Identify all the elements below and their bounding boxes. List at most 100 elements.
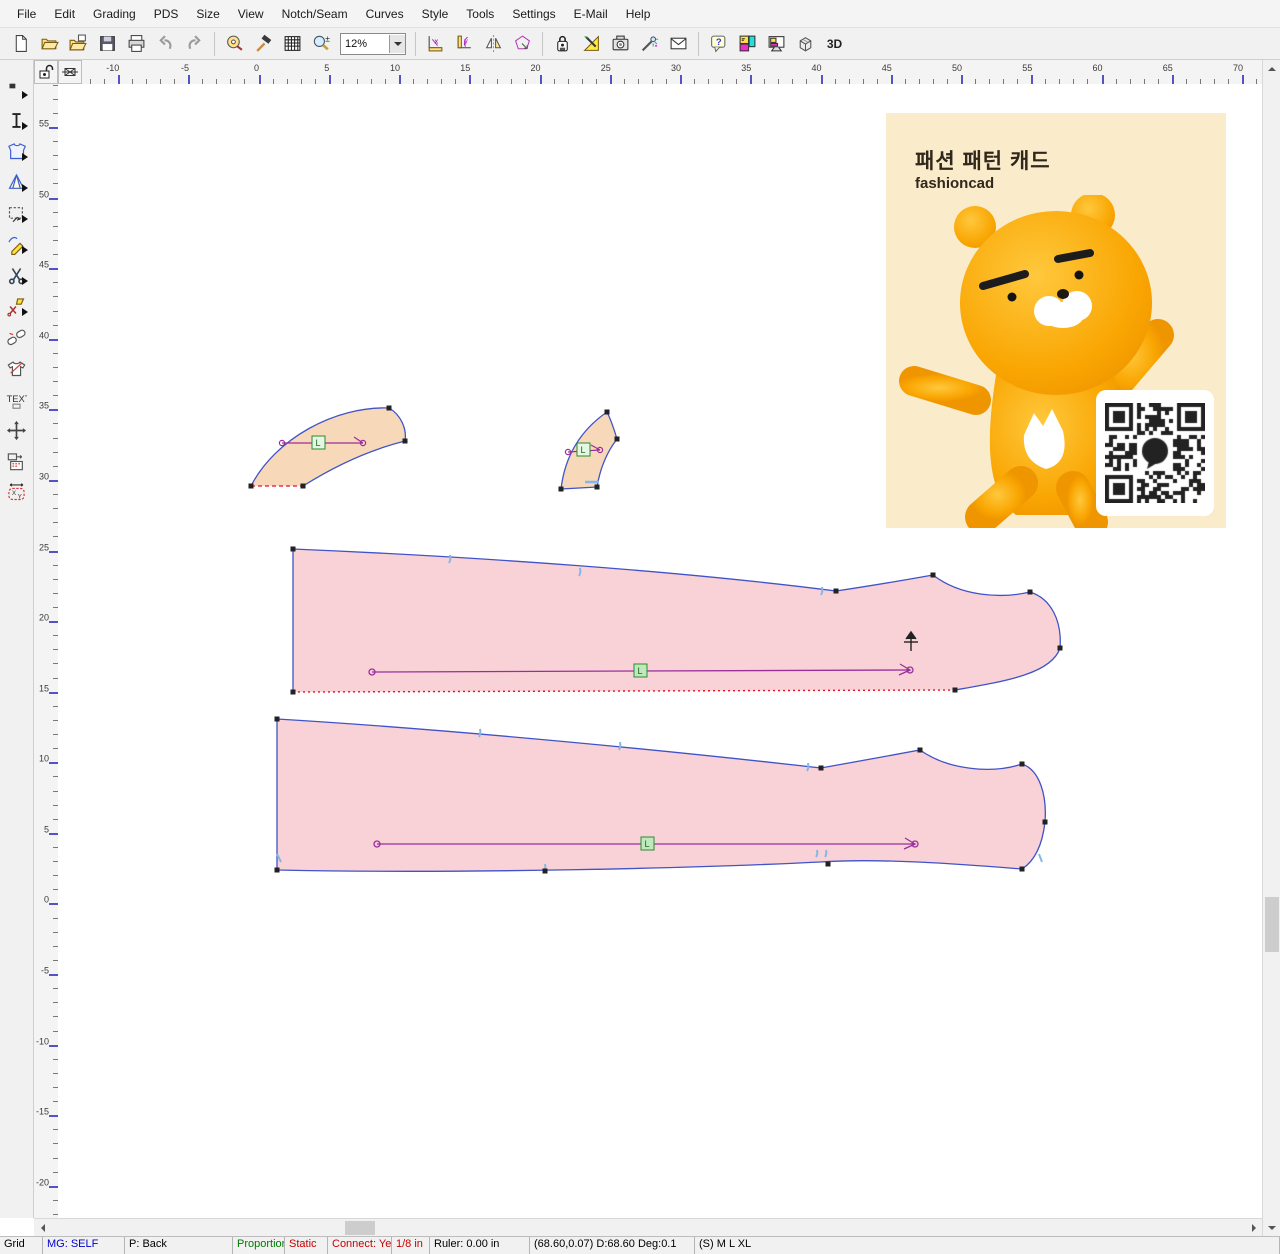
toolbar-button-undo[interactable] <box>151 30 180 58</box>
flyout-arrow-icon[interactable] <box>22 153 32 161</box>
tool-select-tool[interactable] <box>2 74 32 105</box>
tool-notch-tool[interactable] <box>2 291 32 322</box>
toolbar-button-3d[interactable]: 3D <box>820 30 849 58</box>
status-segment-mg: MG: SELF <box>43 1237 125 1254</box>
ruler-lock-icon[interactable] <box>34 60 58 84</box>
hammer-tool-icon <box>254 34 273 53</box>
menu-item-size[interactable]: Size <box>187 3 228 25</box>
menu-item-settings[interactable]: Settings <box>503 3 564 25</box>
vertical-scrollbar[interactable] <box>1262 60 1280 1236</box>
zoom-percent-combo[interactable]: 12% <box>340 33 406 55</box>
ruler-label: 25 <box>601 63 611 73</box>
toolbar-button-print[interactable] <box>122 30 151 58</box>
toolbar-button-measure-tape[interactable] <box>220 30 249 58</box>
tool-dart-tool[interactable] <box>2 167 32 198</box>
toolbar-button-screen-preview[interactable] <box>762 30 791 58</box>
scroll-down-arrow[interactable] <box>1264 1220 1280 1236</box>
tool-measure-xy-tool[interactable]: XY <box>2 477 32 508</box>
menu-item-style[interactable]: Style <box>413 3 458 25</box>
flyout-arrow-icon[interactable] <box>22 308 32 316</box>
ruler-label: 10 <box>390 63 400 73</box>
flyout-arrow-icon[interactable] <box>22 91 32 99</box>
flyout-arrow-icon[interactable] <box>22 122 32 130</box>
menu-item-file[interactable]: File <box>8 3 45 25</box>
toolbar-button-grid-table[interactable] <box>278 30 307 58</box>
toolbar-button-hammer-tool[interactable] <box>249 30 278 58</box>
menu-item-curves[interactable]: Curves <box>357 3 413 25</box>
ruler-label: -10 <box>106 63 119 73</box>
tool-move-tool[interactable] <box>2 415 32 446</box>
ruler-label: -10 <box>36 1036 49 1046</box>
toolbar-button-save[interactable] <box>93 30 122 58</box>
tool-copy-tool[interactable] <box>2 446 32 477</box>
status-bar: GridMG: SELFP: BackProportionalStaticCon… <box>0 1236 1280 1254</box>
tool-garment-tool[interactable] <box>2 353 32 384</box>
flyout-arrow-icon[interactable] <box>22 246 32 254</box>
text-tool-icon: TEXT <box>6 389 27 410</box>
toolbar-button-camera-snapshot[interactable] <box>606 30 635 58</box>
scroll-right-arrow[interactable] <box>1246 1220 1262 1236</box>
flyout-arrow-icon[interactable] <box>22 184 32 192</box>
tool-piece-tool[interactable] <box>2 136 32 167</box>
toolbar-button-marker-layout[interactable] <box>733 30 762 58</box>
svg-text:TEXT: TEXT <box>7 394 27 404</box>
ruler-label: 30 <box>39 471 49 481</box>
toolbar-button-mirror-compare[interactable] <box>479 30 508 58</box>
scroll-left-arrow[interactable] <box>34 1220 50 1236</box>
dropdown-arrow-icon[interactable] <box>389 35 405 53</box>
toolbar-button-open-file[interactable] <box>35 30 64 58</box>
flyout-arrow-icon[interactable] <box>22 215 32 223</box>
menu-item-pds[interactable]: PDS <box>145 3 188 25</box>
pattern-piece-pant-back[interactable]: L <box>275 717 1048 874</box>
tool-area-tool[interactable] <box>2 198 32 229</box>
menu-item-e-mail[interactable]: E-Mail <box>565 3 617 25</box>
tool-length-tool[interactable] <box>2 105 32 136</box>
toolbar-button-new-document[interactable] <box>6 30 35 58</box>
horizontal-scroll-thumb[interactable] <box>345 1221 375 1235</box>
camera-snapshot-icon <box>611 34 630 53</box>
toolbar-button-email-envelope[interactable] <box>664 30 693 58</box>
zoom-percent-value[interactable]: 12% <box>341 38 389 50</box>
ruler-label: 10 <box>39 754 49 764</box>
toolbar-button-open-copy[interactable] <box>64 30 93 58</box>
menu-item-help[interactable]: Help <box>617 3 660 25</box>
tool-text-tool[interactable]: TEXT <box>2 384 32 415</box>
ruler-tick <box>399 75 401 84</box>
scroll-up-arrow[interactable] <box>1264 60 1280 76</box>
pattern-piece-waistband-left[interactable]: L <box>249 406 408 489</box>
svg-text:y: y <box>464 37 468 46</box>
ruler-label: 50 <box>952 63 962 73</box>
drawing-canvas[interactable]: L L <box>58 84 1262 1218</box>
menu-item-tools[interactable]: Tools <box>457 3 503 25</box>
toolbar-button-seam-fold[interactable] <box>508 30 537 58</box>
move-tool-icon <box>6 420 27 441</box>
toolbar-button-ruler-y[interactable]: y <box>450 30 479 58</box>
toolbar-button-digitizer-pen[interactable] <box>635 30 664 58</box>
promo-card: 패션 패턴 캐드 fashioncad <box>886 113 1226 528</box>
ruler-tick <box>469 75 471 84</box>
horizontal-scrollbar[interactable] <box>34 1218 1262 1237</box>
print-icon <box>127 34 146 53</box>
pattern-piece-waistband-right[interactable]: L <box>559 410 620 492</box>
svg-text:?: ? <box>716 37 722 48</box>
tool-pencil-tool[interactable] <box>2 229 32 260</box>
origin-marker-icon[interactable] <box>58 60 82 84</box>
toolbar-button-zoom-scale[interactable]: ± <box>307 30 336 58</box>
toolbar-button-redo[interactable] <box>180 30 209 58</box>
menu-item-notch-seam[interactable]: Notch/Seam <box>273 3 357 25</box>
menu-item-grading[interactable]: Grading <box>84 3 145 25</box>
menu-item-view[interactable]: View <box>229 3 273 25</box>
toolbar-button-ruler-x[interactable]: x <box>421 30 450 58</box>
toolbar-button-set-square[interactable] <box>577 30 606 58</box>
vertical-scroll-thumb[interactable] <box>1265 897 1279 952</box>
pattern-piece-pant-front[interactable]: L <box>291 547 1063 695</box>
toolbar-button-lock-piece[interactable] <box>548 30 577 58</box>
toolbar-button-help-bubble[interactable]: ? <box>704 30 733 58</box>
flyout-arrow-icon[interactable] <box>22 277 32 285</box>
tool-scissors-tool[interactable] <box>2 260 32 291</box>
grain-length-label: L <box>316 438 321 448</box>
ruler-tick <box>188 75 190 84</box>
menu-item-edit[interactable]: Edit <box>45 3 84 25</box>
tool-link-tool[interactable] <box>2 322 32 353</box>
toolbar-button-plotter-3d[interactable] <box>791 30 820 58</box>
